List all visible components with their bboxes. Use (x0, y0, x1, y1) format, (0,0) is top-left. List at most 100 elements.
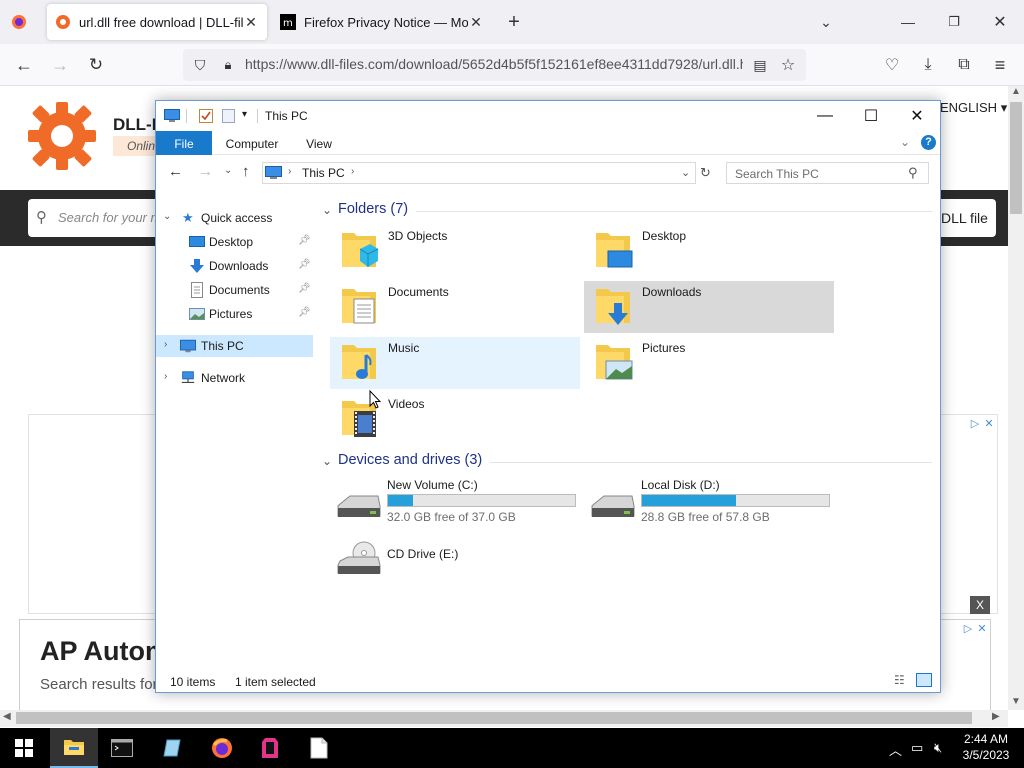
tracking-shield-icon[interactable]: ⛉ (191, 56, 209, 74)
tab-mozilla-privacy[interactable]: m Firefox Privacy Notice — Mozilla ✕ (272, 4, 492, 40)
help-icon[interactable]: ? (921, 135, 936, 150)
devices-group-header[interactable]: Devices and drives (3) (338, 452, 482, 468)
tab-computer[interactable]: Computer (220, 131, 284, 155)
clock[interactable]: 2:44 AM 3/5/2023 (950, 731, 1022, 763)
pin-icon[interactable]: 📌︎ (298, 235, 311, 246)
back-arrow-icon[interactable]: ← (168, 163, 183, 180)
tab-view[interactable]: View (296, 131, 342, 155)
lock-icon[interactable]: 🔒︎ (219, 56, 237, 74)
nav-this-pc[interactable]: › This PC (156, 335, 313, 357)
folders-group-header[interactable]: Folders (7) (338, 201, 408, 217)
dll-files-logo-icon[interactable] (26, 100, 98, 172)
large-icons-view-icon[interactable] (916, 673, 932, 687)
folder-downloads[interactable]: Downloads (584, 281, 834, 333)
address-history-chevron-icon[interactable]: ⌄ (681, 166, 690, 179)
taskbar-app-pink[interactable] (246, 728, 294, 768)
start-button[interactable] (0, 728, 48, 768)
folder-3d-objects[interactable]: 3D Objects (330, 225, 580, 277)
reader-view-icon[interactable]: ▤ (751, 56, 769, 74)
taskbar-app-notepad[interactable] (148, 728, 196, 768)
nav-desktop[interactable]: Desktop 📌︎ (156, 231, 313, 253)
close-window-button[interactable]: ✕ (986, 8, 1014, 36)
minimize-button[interactable]: — (802, 101, 848, 131)
ad-dismiss-button[interactable]: X (970, 596, 990, 614)
page-horizontal-scrollbar[interactable]: ◀ ▶ (0, 710, 1008, 727)
search-icon[interactable]: ⚲ (908, 165, 918, 181)
tab-dll-files[interactable]: url.dll free download | DLL-files.com ✕ (47, 4, 267, 40)
scroll-left-arrow-icon[interactable]: ◀ (3, 711, 11, 722)
nav-pictures[interactable]: Pictures 📌︎ (156, 303, 313, 325)
folder-documents[interactable]: Documents (330, 281, 580, 333)
breadcrumb-chevron-icon[interactable]: › (351, 166, 354, 177)
scroll-down-arrow-icon[interactable]: ▼ (1011, 696, 1021, 707)
address-bar[interactable]: › This PC › ⌄ (262, 162, 696, 184)
ad-close-icon[interactable]: ✕ (983, 418, 995, 430)
hamburger-menu-icon[interactable]: ≡ (988, 53, 1012, 77)
drive-d[interactable]: Local Disk (D:) 28.8 GB free of 57.8 GB (586, 478, 836, 534)
breadcrumb-chevron-icon[interactable]: › (288, 166, 291, 177)
folder-videos[interactable]: Videos (330, 393, 580, 445)
folder-pictures[interactable]: Pictures (584, 337, 834, 389)
nav-downloads[interactable]: Downloads 📌︎ (156, 255, 313, 277)
show-hidden-icons-chevron-icon[interactable]: ︿ (889, 740, 902, 759)
taskbar-file-explorer[interactable] (50, 728, 98, 768)
pin-icon[interactable]: 📌︎ (298, 307, 311, 318)
extensions-icon[interactable]: ⧉ (952, 53, 976, 77)
volume-muted-icon[interactable]: 🔇︎ (934, 740, 942, 756)
close-button[interactable]: ✕ (894, 101, 940, 131)
language-selector[interactable]: ENGLISH ▾ (940, 100, 1007, 116)
adchoices-icon[interactable]: ▷ (969, 418, 981, 430)
adchoices-icon[interactable]: ▷ (962, 623, 974, 635)
recent-locations-chevron-icon[interactable]: ⌄ (224, 165, 232, 176)
scrollbar-thumb[interactable] (1010, 102, 1022, 214)
forward-arrow-icon[interactable]: → (48, 53, 72, 77)
scroll-up-arrow-icon[interactable]: ▲ (1011, 86, 1021, 97)
folders-collapse-chevron-icon[interactable]: ⌄ (322, 203, 332, 217)
reload-icon[interactable]: ↻ (84, 53, 108, 77)
ad-close-icon[interactable]: ✕ (976, 623, 988, 635)
firefox-menu-icon[interactable] (6, 10, 32, 34)
new-folder-icon[interactable] (222, 109, 235, 123)
devices-collapse-chevron-icon[interactable]: ⌄ (322, 454, 332, 468)
scroll-right-arrow-icon[interactable]: ▶ (992, 711, 1000, 722)
scrollbar-thumb[interactable] (16, 712, 972, 724)
folder-desktop[interactable]: Desktop (584, 225, 834, 277)
breadcrumb[interactable]: This PC (302, 166, 345, 180)
new-tab-button[interactable]: + (502, 10, 526, 34)
maximize-button[interactable]: ☐ (848, 101, 894, 131)
back-arrow-icon[interactable]: ← (12, 53, 36, 77)
drive-c[interactable]: New Volume (C:) 32.0 GB free of 37.0 GB (332, 478, 582, 534)
collapsed-chevron-icon[interactable]: › (164, 371, 167, 382)
search-input[interactable]: Search This PC ⚲ (726, 162, 929, 184)
pocket-icon[interactable]: ♡ (880, 53, 904, 77)
forward-arrow-icon[interactable]: → (198, 163, 213, 180)
list-tabs-chevron-icon[interactable]: ⌄ (814, 10, 838, 34)
up-arrow-icon[interactable]: ↑ (242, 163, 250, 180)
pin-icon[interactable]: 📌︎ (298, 283, 311, 294)
explorer-title-bar[interactable]: ▾ This PC — ☐ ✕ (156, 101, 940, 131)
nav-quick-access[interactable]: ⌄ ★ Quick access (156, 207, 313, 229)
display-icon[interactable]: ▭ (911, 740, 923, 756)
close-tab-icon[interactable]: ✕ (243, 14, 259, 31)
bookmark-star-icon[interactable]: ☆ (779, 56, 797, 74)
collapsed-chevron-icon[interactable]: › (164, 339, 167, 350)
close-tab-icon[interactable]: ✕ (468, 14, 484, 31)
expand-ribbon-chevron-icon[interactable]: ⌄ (900, 135, 910, 149)
refresh-icon[interactable]: ↻ (700, 165, 711, 181)
minimize-button[interactable]: — (894, 8, 922, 36)
tab-file[interactable]: File (156, 131, 212, 155)
pin-icon[interactable]: 📌︎ (298, 259, 311, 270)
properties-check-icon[interactable] (199, 109, 213, 123)
page-vertical-scrollbar[interactable]: ▲ ▼ (1008, 86, 1024, 710)
downloads-icon[interactable]: ⤓ (916, 53, 940, 77)
taskbar-firefox[interactable] (198, 728, 246, 768)
taskbar-command-prompt[interactable] (98, 728, 146, 768)
nav-documents[interactable]: Documents 📌︎ (156, 279, 313, 301)
url-bar[interactable]: ⛉ 🔒︎ https://www.dll-files.com/download/… (183, 49, 806, 81)
taskbar-app-document[interactable] (295, 728, 343, 768)
expanded-chevron-icon[interactable]: ⌄ (163, 211, 171, 222)
folder-music[interactable]: Music (330, 337, 580, 389)
file-explorer-window[interactable]: ▾ This PC — ☐ ✕ File Computer View ⌄ ? ←… (155, 100, 941, 693)
restore-button[interactable]: ❐ (940, 8, 968, 36)
details-view-icon[interactable]: ☷ (894, 673, 905, 687)
